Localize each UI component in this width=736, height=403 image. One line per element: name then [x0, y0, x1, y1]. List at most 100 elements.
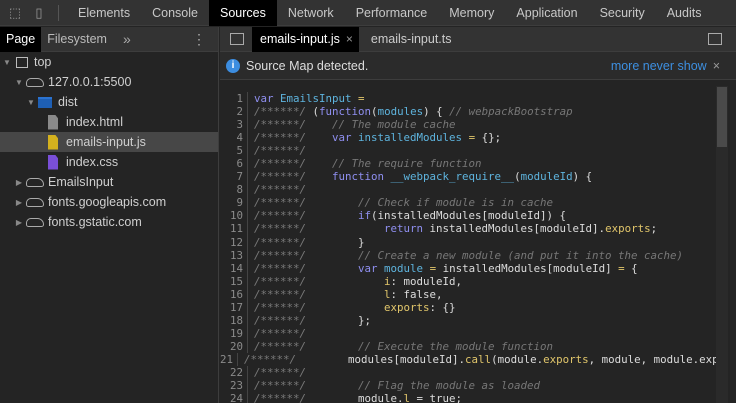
- line-number[interactable]: 8: [220, 183, 248, 197]
- tab-performance[interactable]: Performance: [345, 0, 439, 26]
- line-number[interactable]: 15: [220, 274, 248, 288]
- tab-network[interactable]: Network: [277, 0, 345, 26]
- line-number[interactable]: 1: [220, 92, 248, 106]
- line-number[interactable]: 19: [220, 326, 248, 340]
- code-token: return: [384, 222, 430, 236]
- tab-sources[interactable]: Sources: [208, 0, 277, 26]
- code-token: installedModules: [358, 131, 469, 145]
- folder-icon: [38, 96, 52, 108]
- code-token: ;: [650, 222, 658, 236]
- code-token: =: [358, 92, 365, 105]
- code-token: /******/: [254, 196, 307, 210]
- line-number[interactable]: 20: [220, 339, 248, 353]
- line-number[interactable]: 13: [220, 248, 248, 262]
- line-number[interactable]: 12: [220, 235, 248, 249]
- line-number[interactable]: 7: [220, 170, 248, 184]
- expand-arrow-icon[interactable]: ▼: [2, 58, 12, 67]
- tab-audits[interactable]: Audits: [656, 0, 713, 26]
- line-number[interactable]: 24: [220, 392, 248, 403]
- editor-tab-emails-input-js[interactable]: emails-input.js ×: [252, 26, 359, 52]
- tree-item[interactable]: ▼ top: [0, 52, 218, 72]
- editor-tab-emails-input-ts[interactable]: emails-input.ts: [363, 27, 458, 52]
- tab-application[interactable]: Application: [505, 0, 588, 26]
- code-token: /******/: [254, 105, 307, 119]
- expand-arrow-icon[interactable]: ▶: [14, 218, 24, 227]
- tab-security[interactable]: Security: [589, 0, 656, 26]
- close-infobar-icon[interactable]: ×: [713, 59, 720, 73]
- line-number[interactable]: 18: [220, 313, 248, 327]
- code-token: =: [429, 261, 443, 275]
- more-tabs-icon[interactable]: »: [123, 31, 131, 47]
- line-number[interactable]: 10: [220, 209, 248, 223]
- line-number[interactable]: 23: [220, 379, 248, 393]
- tree-item[interactable]: ▶ fonts.googleapis.com: [0, 192, 218, 212]
- code-token: /******/: [254, 170, 307, 184]
- line-number[interactable]: 21: [220, 352, 239, 366]
- code-token: }: [306, 235, 365, 249]
- code-line: 23 /******/ // Flag the module as loaded: [220, 379, 716, 393]
- line-number[interactable]: 2: [220, 105, 248, 119]
- line-number[interactable]: 16: [220, 287, 248, 301]
- tree-item[interactable]: index.css: [0, 152, 218, 172]
- tree-item[interactable]: ▼ 127.0.0.1:5500: [0, 72, 218, 92]
- line-number[interactable]: 9: [220, 196, 248, 210]
- editor-scrollbar[interactable]: [716, 86, 728, 403]
- tree-item[interactable]: ▼ dist: [0, 92, 218, 112]
- expand-arrow-icon[interactable]: ▶: [14, 178, 24, 187]
- tab-page[interactable]: Page: [0, 26, 42, 52]
- tree-item[interactable]: ▶ fonts.gstatic.com: [0, 212, 218, 232]
- line-number[interactable]: 5: [220, 144, 248, 158]
- code-token: modules: [377, 105, 424, 119]
- code-token: /******/: [254, 300, 307, 314]
- close-tab-icon[interactable]: ×: [346, 32, 353, 46]
- tab-label: emails-input.js: [260, 31, 340, 46]
- tree-item[interactable]: emails-input.js: [0, 132, 218, 152]
- expand-arrow-icon[interactable]: ▼: [26, 98, 36, 107]
- line-number[interactable]: 6: [220, 157, 248, 171]
- more-options-icon[interactable]: ⋮: [192, 31, 206, 48]
- code-token: var: [254, 92, 281, 105]
- scrollbar-thumb[interactable]: [717, 87, 727, 147]
- expand-arrow-icon[interactable]: ▶: [14, 198, 24, 207]
- code-token: ) {: [423, 105, 450, 119]
- inspect-element-icon[interactable]: ⬚: [6, 5, 24, 21]
- line-number[interactable]: 22: [220, 365, 248, 380]
- tree-item-label: 127.0.0.1:5500: [48, 75, 132, 89]
- code-token: : {}: [429, 300, 456, 314]
- tab-memory[interactable]: Memory: [438, 0, 505, 26]
- line-number[interactable]: 17: [220, 300, 248, 314]
- device-toolbar-icon[interactable]: ▯: [30, 5, 48, 21]
- code-line: 9 /******/ // Check if module is in cache: [220, 196, 716, 210]
- code-token: // Flag the module as loaded: [358, 379, 541, 393]
- code-token: // Create a new module (and put it into …: [358, 248, 684, 262]
- tab-console[interactable]: Console: [141, 0, 209, 26]
- code-token: /******/: [254, 144, 307, 158]
- toggle-debugger-icon[interactable]: [708, 33, 722, 45]
- expand-arrow-icon[interactable]: ▼: [14, 78, 24, 87]
- line-number[interactable]: 4: [220, 131, 248, 145]
- tab-elements[interactable]: Elements: [67, 0, 141, 26]
- tree-item[interactable]: ▶ EmailsInput: [0, 172, 218, 192]
- line-number[interactable]: 14: [220, 261, 248, 275]
- tree-item-label: EmailsInput: [48, 175, 114, 189]
- code-token: EmailsInput: [280, 92, 359, 105]
- toggle-navigator-icon[interactable]: [230, 33, 244, 45]
- info-icon: i: [226, 58, 240, 73]
- never-show-link[interactable]: more never show: [611, 59, 707, 73]
- toolbar-divider: [58, 4, 59, 21]
- line-number[interactable]: 3: [220, 118, 248, 132]
- code-editor[interactable]: 1 var EmailsInput = 2/******/ (function(mo…: [220, 86, 716, 403]
- code-token: /******/: [254, 339, 307, 353]
- code-token: =: [468, 131, 482, 145]
- code-token: /******/: [254, 261, 307, 275]
- tab-filesystem[interactable]: Filesystem: [41, 27, 113, 52]
- tree-item[interactable]: index.html: [0, 112, 218, 132]
- code-line: 11 /******/ return installedModules[modul…: [220, 222, 716, 236]
- line-number[interactable]: 11: [220, 222, 248, 236]
